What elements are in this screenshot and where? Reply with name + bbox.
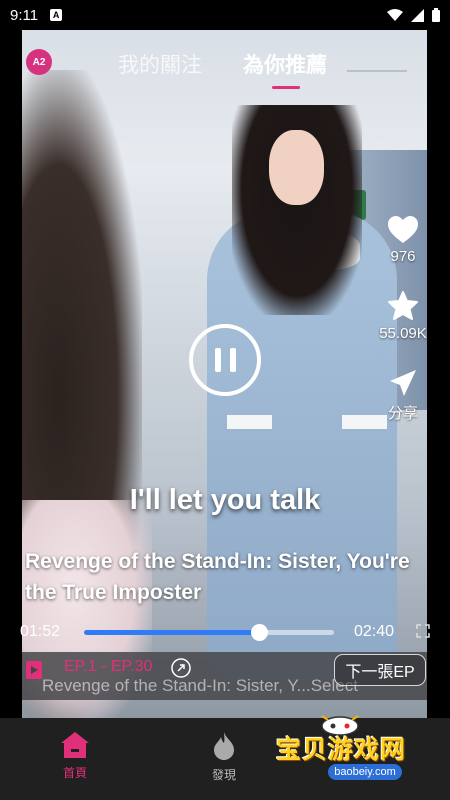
star-icon <box>387 291 418 320</box>
pause-icon <box>229 348 236 372</box>
drama-title-line2: the True Imposter <box>25 581 202 604</box>
side-actions: 976 55.09K 分享 <box>368 216 438 449</box>
top-tabs: A2 我的關注 為你推薦 <box>0 45 450 89</box>
nav-home-label: 首頁 <box>62 766 87 780</box>
site-watermark: 宝贝游戏网 baobeiy.com <box>270 712 440 782</box>
watermark-text: 宝贝游戏网 <box>276 736 407 764</box>
nav-discover-label: 發現 <box>211 768 236 782</box>
watermark-url: baobeiy.com <box>328 764 402 780</box>
total-time: 02:40 <box>354 623 395 640</box>
nav-discover[interactable]: 發現 <box>194 732 254 783</box>
like-button[interactable]: 976 <box>388 216 418 265</box>
share-label: 分享 <box>387 405 418 422</box>
episode-subtitle[interactable]: Revenge of the Stand-In: Sister, Y...Sel… <box>42 676 358 696</box>
signal-icon <box>411 8 424 22</box>
nav-home[interactable]: 首頁 <box>45 732 105 781</box>
fullscreen-icon[interactable] <box>416 624 430 638</box>
tab-recommended[interactable]: 為你推薦 <box>243 49 327 79</box>
video-scene-pocket <box>227 415 272 429</box>
favorite-count: 55.09K <box>379 325 427 342</box>
video-scene-face <box>269 130 324 205</box>
progress-track[interactable] <box>84 624 334 641</box>
home-icon <box>61 732 89 758</box>
wifi-icon <box>387 8 403 21</box>
pause-button[interactable] <box>189 324 261 396</box>
status-icons <box>387 8 440 22</box>
drama-title: Revenge of the Stand-In: Sister, You're … <box>25 546 450 608</box>
progress-thumb[interactable] <box>251 624 268 641</box>
tab-active-indicator <box>272 86 300 89</box>
favorite-button[interactable]: 55.09K <box>379 291 427 342</box>
episode-range: EP.1 - EP.30 <box>64 658 153 675</box>
pause-icon <box>214 348 221 372</box>
progress-row: 01:52 02:40 <box>0 620 450 646</box>
share-icon <box>389 370 416 396</box>
app-logo-text: A2 <box>32 56 46 68</box>
current-time: 01:52 <box>20 623 61 640</box>
battery-icon <box>432 8 440 22</box>
video-subtitle: I'll let you talk <box>129 484 321 516</box>
drama-title-line1: Revenge of the Stand-In: Sister, You're <box>25 550 410 573</box>
status-time: 9:11 <box>10 6 39 24</box>
share-button[interactable]: 分享 <box>388 368 418 423</box>
notification-icon: A <box>50 9 63 21</box>
status-bar: 9:11 A <box>0 0 450 30</box>
progress-fill <box>84 630 259 635</box>
next-episode-button[interactable]: 下一張EP <box>334 654 426 686</box>
heart-icon <box>388 216 418 243</box>
like-count: 976 <box>390 248 416 265</box>
tab-following[interactable]: 我的關注 <box>118 49 202 79</box>
episode-bar[interactable]: EP.1 - EP.30 Revenge of the Stand-In: Si… <box>22 652 427 700</box>
external-link-icon[interactable] <box>171 658 191 678</box>
flame-icon <box>214 732 234 760</box>
app-logo[interactable]: A2 <box>26 49 52 75</box>
